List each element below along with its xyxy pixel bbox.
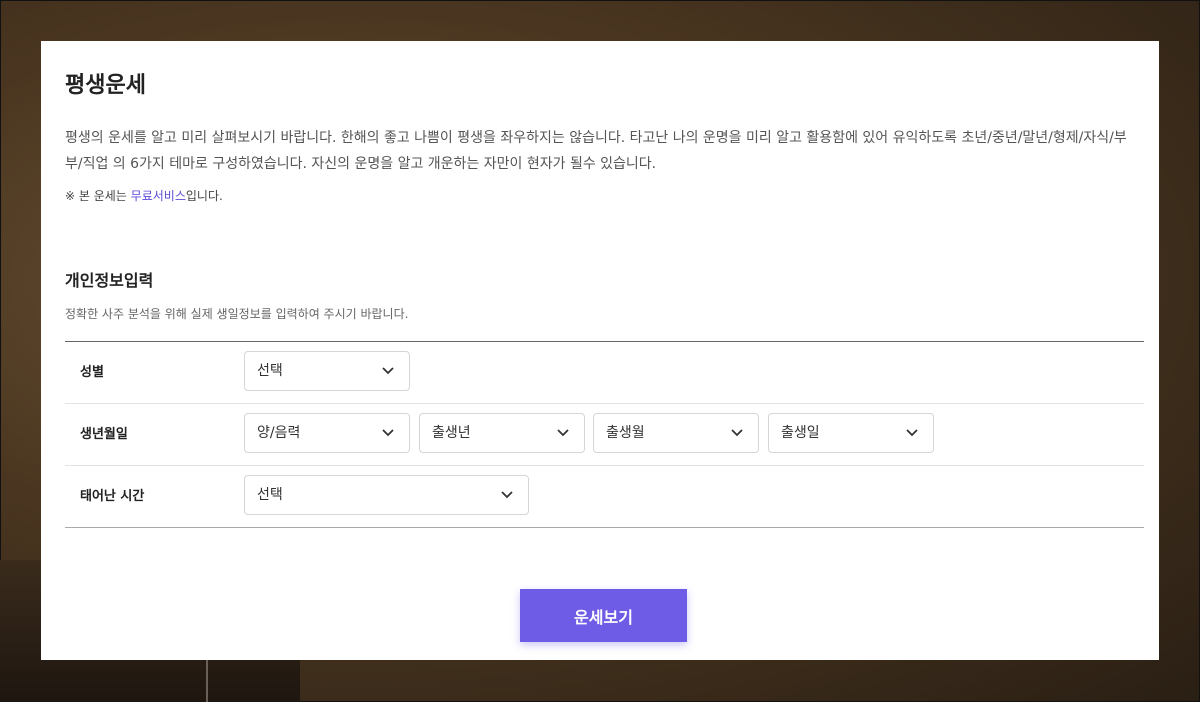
birth-year-select[interactable]: 출생년 [419, 413, 585, 453]
birth-time-label: 태어난 시간 [80, 489, 145, 504]
birth-month-value: 출생월 [606, 425, 645, 441]
section-description: 정확한 사주 분석을 위해 실제 생일정보를 입력하여 주시기 바랍니다. [65, 307, 409, 321]
birth-day-value: 출생일 [781, 425, 820, 441]
notice-suffix: 입니다. [185, 189, 223, 203]
birth-time-value: 선택 [257, 487, 283, 503]
fortune-panel: 평생운세 평생의 운세를 알고 미리 살펴보시기 바랍니다. 한해의 좋고 나쁨… [41, 41, 1159, 660]
chevron-down-icon [557, 429, 569, 437]
gender-row: 성별 선택 [65, 342, 1144, 404]
chevron-down-icon [731, 429, 743, 437]
birthdate-label: 생년월일 [80, 427, 128, 442]
view-fortune-button[interactable]: 운세보기 [520, 589, 687, 642]
personal-info-form: 성별 선택 생년월일 양/음력 출생년 출생월 출생일 태어난 시간 선택 [65, 341, 1144, 528]
calendar-type-select[interactable]: 양/음력 [244, 413, 410, 453]
chevron-down-icon [382, 367, 394, 375]
birthdate-row: 생년월일 양/음력 출생년 출생월 출생일 [65, 404, 1144, 466]
gender-select[interactable]: 선택 [244, 351, 410, 391]
notice-prefix: ※ 본 운세는 [65, 189, 131, 203]
birth-day-select[interactable]: 출생일 [768, 413, 934, 453]
calendar-type-value: 양/음력 [257, 425, 301, 441]
free-service-link[interactable]: 무료서비스 [131, 189, 186, 203]
gender-select-value: 선택 [257, 363, 283, 379]
chevron-down-icon [906, 429, 918, 437]
section-title: 개인정보입력 [65, 271, 154, 290]
page-description: 평생의 운세를 알고 미리 살펴보시기 바랍니다. 한해의 좋고 나쁨이 평생을… [65, 130, 1127, 172]
birth-time-row: 태어난 시간 선택 [65, 466, 1144, 527]
gender-label: 성별 [80, 365, 104, 380]
background-line [206, 660, 208, 702]
chevron-down-icon [382, 429, 394, 437]
page-title: 평생운세 [65, 73, 146, 98]
chevron-down-icon [501, 491, 513, 499]
birth-time-select[interactable]: 선택 [244, 475, 529, 515]
service-notice: ※ 본 운세는 무료서비스입니다. [65, 187, 223, 204]
birth-year-value: 출생년 [432, 425, 471, 441]
birth-month-select[interactable]: 출생월 [593, 413, 759, 453]
